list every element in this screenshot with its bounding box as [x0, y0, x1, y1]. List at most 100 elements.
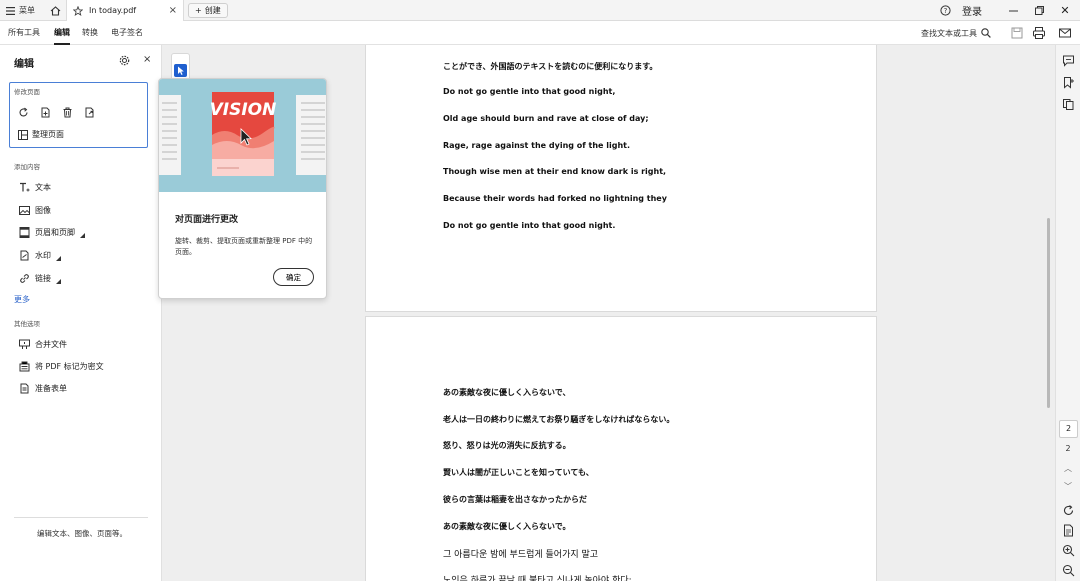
page-text-line: Rage, rage against the dying of the ligh… [443, 141, 631, 150]
refresh-icon[interactable] [1062, 504, 1075, 517]
expand-corner-icon [56, 256, 61, 261]
extract-page-icon[interactable] [84, 107, 95, 118]
edit-panel: 编辑 × 修改页面 整理页面 添加内容 文本 图像 页眉和页脚 水印 链接 更多… [0, 45, 162, 581]
image-icon [19, 206, 30, 215]
zoom-in-icon[interactable] [1062, 544, 1075, 557]
current-page-input[interactable]: 2 [1059, 420, 1078, 438]
help-button[interactable]: ? [938, 0, 952, 21]
watermark-label: 水印 [35, 251, 51, 260]
popup-description: 旋转、裁剪、提取页面或重新整理 PDF 中的页面。 [175, 237, 313, 256]
watermark-button[interactable]: 水印 [19, 250, 61, 261]
page-text-line: 노인은 하루가 끝날 때 불타고 신나게 놀아야 한다; [443, 576, 632, 581]
tab-edit[interactable]: 编辑 [54, 21, 70, 45]
combine-icon [19, 339, 30, 349]
link-label: 链接 [35, 274, 51, 283]
print-icon[interactable] [1032, 26, 1046, 40]
search-icon [981, 28, 991, 38]
star-icon[interactable] [73, 5, 83, 16]
form-icon [20, 383, 29, 394]
tab-close-icon[interactable]: × [169, 5, 177, 16]
rotate-icon[interactable] [18, 107, 29, 118]
text-add-icon [20, 182, 30, 192]
chevron-down-icon[interactable]: ﹀ [1056, 481, 1080, 492]
tab-all-tools[interactable]: 所有工具 [8, 21, 40, 45]
other-options-label: 其他选项 [14, 320, 40, 328]
header-footer-label: 页眉和页脚 [35, 228, 75, 237]
expand-corner-icon [56, 279, 61, 284]
add-image-button[interactable]: 图像 [19, 205, 51, 216]
add-image-label: 图像 [35, 206, 51, 215]
modify-pages-toolbar [18, 107, 95, 118]
title-bar: 菜单 In today.pdf × + 创建 ? 登录 ✕ [0, 0, 1080, 21]
onboarding-popup: VISION 对页面进行更改 旋转、裁剪、提取页面或重新整理 PDF 中的页面。… [158, 78, 327, 299]
find-tool-label: 查找文本或工具 [921, 28, 977, 38]
pdf-page-2: あの素敵な夜に優しく入らないで、 老人は一日の終わりに燃えてお祭り騒ぎをしなけれ… [365, 316, 877, 581]
page-text-line: 怒り、怒りは光の消失に反抗する。 [443, 441, 571, 450]
home-button[interactable] [46, 0, 64, 21]
pages-icon[interactable] [1062, 98, 1075, 111]
header-footer-button[interactable]: 页眉和页脚 [19, 227, 85, 238]
page-text-line: あの素敵な夜に優しく入らないで。 [443, 522, 571, 531]
more-link[interactable]: 更多 [14, 294, 30, 305]
chevron-up-icon[interactable]: ︿ [1056, 463, 1080, 474]
prepare-form-button[interactable]: 准备表单 [19, 383, 67, 394]
popup-illustration: VISION [159, 79, 326, 192]
page-text-line: Because their words had forked no lightn… [443, 194, 667, 203]
add-content-label: 添加内容 [14, 163, 40, 171]
organize-pages-button[interactable]: 整理页面 [18, 129, 64, 140]
panel-close-icon[interactable]: × [143, 54, 151, 65]
redact-label: 将 PDF 标记为密文 [35, 362, 104, 371]
organize-pages-icon [18, 129, 28, 140]
select-tool-button[interactable] [174, 64, 187, 77]
save-icon[interactable] [1010, 26, 1024, 40]
combine-files-label: 合并文件 [35, 340, 67, 349]
minimize-button[interactable] [1006, 0, 1020, 21]
hamburger-icon [6, 6, 15, 15]
header-footer-icon [19, 227, 30, 238]
redact-button[interactable]: 将 PDF 标记为密文 [19, 361, 104, 372]
redact-icon [19, 361, 30, 372]
link-button[interactable]: 链接 [19, 273, 61, 284]
page-text-line: Do not go gentle into that good night. [443, 221, 616, 230]
cursor-icon [178, 66, 184, 75]
bookmark-icon[interactable] [1062, 76, 1075, 89]
vertical-scrollbar[interactable] [1047, 218, 1050, 408]
new-tab-label: 创建 [204, 6, 221, 15]
help-icon: ? [939, 5, 951, 16]
window-close-button[interactable]: ✕ [1058, 0, 1072, 21]
mail-icon[interactable] [1058, 26, 1072, 40]
pdf-page-1: ことができ、外国語のテキストを読むのに便利になります。 Do not go ge… [365, 45, 877, 312]
delete-icon[interactable] [62, 107, 73, 118]
menu-bar: 所有工具 编辑 转换 电子签名 查找文本或工具 [0, 21, 1080, 45]
right-rail: 2 2 ︿ ﹀ [1055, 45, 1080, 581]
popup-ok-button[interactable]: 确定 [273, 268, 314, 286]
total-pages: 2 [1065, 444, 1071, 453]
login-button[interactable]: 登录 [962, 0, 982, 21]
find-tool-button[interactable]: 查找文本或工具 [921, 21, 991, 45]
modify-pages-label: 修改页面 [14, 88, 40, 96]
insert-page-icon[interactable] [40, 107, 51, 118]
expand-corner-icon [80, 233, 85, 238]
menu-label: 菜单 [19, 6, 35, 15]
comment-icon[interactable] [1062, 54, 1075, 67]
prepare-form-label: 准备表单 [35, 384, 67, 393]
document-tab-title: In today.pdf [89, 6, 137, 15]
page-text-line: 그 아름다운 밤에 부드럽게 들어가지 말고 [443, 550, 599, 560]
gear-icon[interactable] [119, 55, 130, 66]
page-thumbnails-illustration: VISION [159, 92, 326, 176]
zoom-out-icon[interactable] [1062, 564, 1075, 577]
popup-title: 对页面进行更改 [175, 215, 239, 225]
combine-files-button[interactable]: 合并文件 [19, 339, 67, 350]
svg-text:?: ? [943, 7, 947, 15]
panel-footer-text: 编辑文本、图像、页面等。 [37, 529, 127, 538]
menu-button[interactable]: 菜单 [6, 0, 35, 21]
tab-convert[interactable]: 转换 [82, 21, 98, 45]
document-tab[interactable]: In today.pdf × [66, 0, 184, 21]
page-text-line: あの素敵な夜に優しく入らないで、 [443, 388, 571, 397]
restore-button[interactable] [1032, 0, 1046, 21]
document-icon[interactable] [1062, 524, 1075, 537]
plus-icon: + [195, 6, 202, 15]
add-text-button[interactable]: 文本 [19, 182, 51, 193]
new-tab-button[interactable]: + 创建 [188, 3, 228, 18]
tab-e-sign[interactable]: 电子签名 [111, 21, 143, 45]
